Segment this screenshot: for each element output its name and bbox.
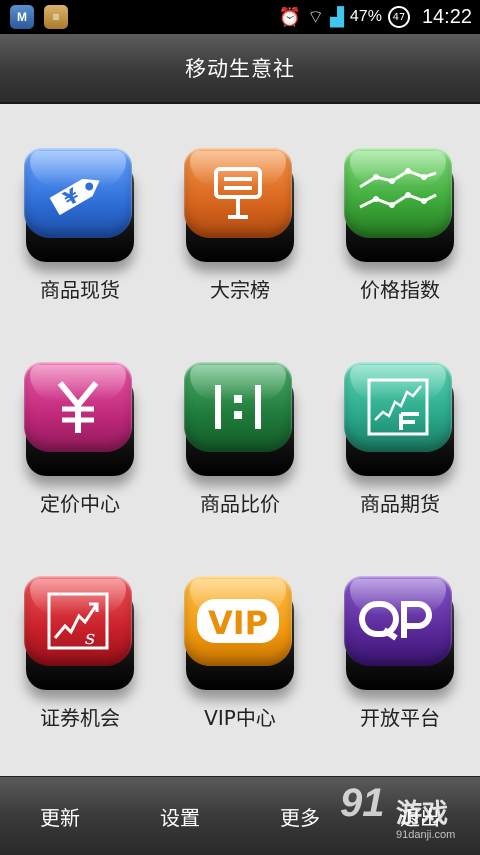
tile-label: 商品期货 bbox=[360, 492, 440, 516]
svg-text:s: s bbox=[85, 625, 95, 649]
bottom-toolbar: 更新 设置 更多 退出 91 游戏 91danji.com bbox=[0, 776, 480, 855]
tile-label: 定价中心 bbox=[40, 492, 120, 516]
tile-pricing-center[interactable]: 定价中心 bbox=[0, 318, 160, 532]
yen-icon bbox=[24, 362, 132, 452]
line-chart-icon bbox=[344, 148, 452, 238]
signal-icon: ▟ bbox=[330, 6, 344, 28]
tile-label: 大宗榜 bbox=[210, 278, 270, 302]
price-tag-icon: ¥ bbox=[24, 148, 132, 238]
tile-spot-goods[interactable]: ¥ 商品现货 bbox=[0, 104, 160, 318]
tile-vip-center[interactable]: VIP VIP中心 bbox=[160, 532, 320, 746]
stock-chart-icon: s bbox=[24, 576, 132, 666]
alarm-icon: ⏰ bbox=[278, 6, 302, 28]
tile-price-compare[interactable]: 商品比价 bbox=[160, 318, 320, 532]
tile-open-platform[interactable]: 开放平台 bbox=[320, 532, 480, 746]
wifi-icon: ⌔ bbox=[307, 6, 325, 28]
billboard-icon bbox=[184, 148, 292, 238]
svg-text:VIP: VIP bbox=[208, 604, 268, 642]
status-bar: M ≡ ⏰ ⌔ ▟ 47% 47 14:22 bbox=[0, 0, 480, 34]
more-button[interactable]: 更多 bbox=[240, 777, 360, 855]
m-app-icon: M bbox=[10, 5, 34, 29]
status-right: ⏰ ⌔ ▟ 47% 47 14:22 bbox=[279, 0, 472, 34]
page-title: 移动生意社 bbox=[185, 57, 295, 81]
status-left-icons: M ≡ bbox=[10, 5, 68, 29]
tile-label: 商品现货 bbox=[40, 278, 120, 302]
tile-price-index[interactable]: 价格指数 bbox=[320, 104, 480, 318]
tile-label: 开放平台 bbox=[360, 706, 440, 730]
update-button[interactable]: 更新 bbox=[0, 777, 120, 855]
tile-label: 证券机会 bbox=[40, 706, 120, 730]
settings-button[interactable]: 设置 bbox=[120, 777, 240, 855]
futures-chart-icon bbox=[344, 362, 452, 452]
tile-bulk-ranking[interactable]: 大宗榜 bbox=[160, 104, 320, 318]
op-icon bbox=[344, 576, 452, 666]
battery-percent: 47% bbox=[349, 8, 382, 25]
tile-commodity-futures[interactable]: 商品期货 bbox=[320, 318, 480, 532]
tile-label: VIP中心 bbox=[204, 706, 276, 730]
clock: 14:22 bbox=[421, 5, 472, 28]
title-bar: 移动生意社 bbox=[0, 34, 480, 104]
exit-button[interactable]: 退出 bbox=[360, 777, 480, 855]
feature-grid: ¥ 商品现货 大宗榜 价格指数 定价中心 商品比价 商品期货 s 证券机会 VI… bbox=[0, 104, 480, 776]
burger-app-icon: ≡ bbox=[44, 5, 68, 29]
vip-icon: VIP bbox=[184, 576, 292, 666]
tile-label: 价格指数 bbox=[360, 278, 440, 302]
battery-icon: 47 bbox=[387, 6, 410, 28]
tile-label: 商品比价 bbox=[200, 492, 280, 516]
tile-securities-opportunity[interactable]: s 证券机会 bbox=[0, 532, 160, 746]
ratio-icon bbox=[184, 362, 292, 452]
